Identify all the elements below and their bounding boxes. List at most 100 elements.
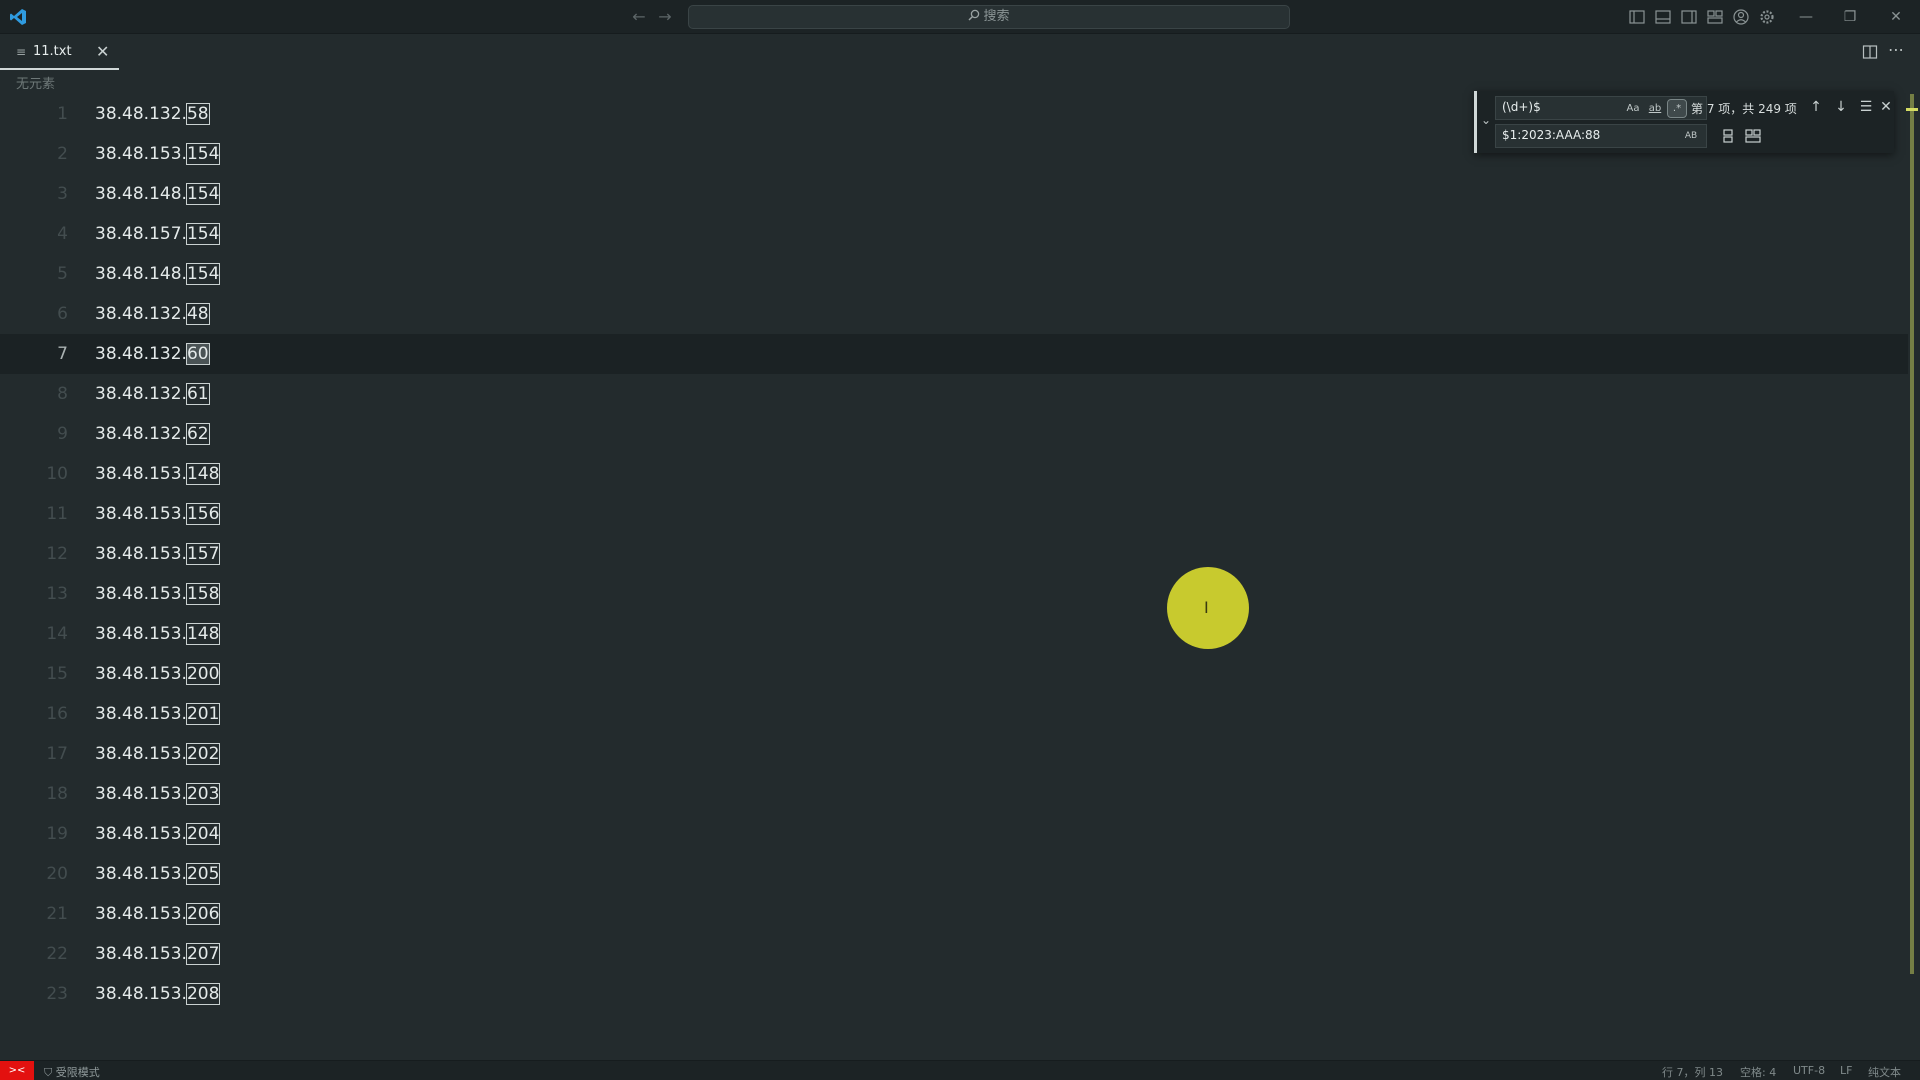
line-text: 38.48.153.205 [95, 854, 221, 894]
editor-line[interactable]: 10 38.48.153.148 [0, 454, 1908, 494]
language-mode[interactable]: 纯文本 [1868, 1064, 1901, 1080]
replace-all-icon[interactable] [1742, 125, 1764, 147]
editor-line[interactable]: 12 38.48.153.157 [0, 534, 1908, 574]
match-count: 第 7 项，共 249 项 [1691, 102, 1797, 116]
editor-line[interactable]: 16 38.48.153.201 [0, 694, 1908, 734]
line-text: 38.48.132.48 [95, 294, 210, 334]
tab-11-txt[interactable]: ≡ 11.txt ✕ [0, 34, 119, 70]
regex-toggle[interactable]: .* [1667, 99, 1687, 118]
close-window-button[interactable]: ✕ [1876, 4, 1916, 30]
editor-line[interactable]: 19 38.48.153.204 [0, 814, 1908, 854]
toggle-replace-chevron-icon[interactable]: ⌄ [1481, 113, 1491, 127]
line-text: 38.48.153.157 [95, 534, 221, 574]
breadcrumb[interactable]: 无元素 [16, 73, 55, 92]
line-prefix: 38.48.148. [95, 264, 187, 284]
editor-line[interactable]: 4 38.48.157.154 [0, 214, 1908, 254]
restricted-mode-indicator[interactable]: ⛉ 受限模式 [44, 1064, 100, 1080]
editor-line[interactable]: 15 38.48.153.200 [0, 654, 1908, 694]
line-number: 4 [57, 224, 68, 244]
line-prefix: 38.48.153. [95, 744, 187, 764]
find-in-selection-button[interactable]: ☰ [1855, 96, 1877, 118]
search-icon [968, 9, 980, 21]
editor-line[interactable]: 8 38.48.132.61 [0, 374, 1908, 414]
editor-line[interactable]: 11 38.48.153.156 [0, 494, 1908, 534]
preserve-case-toggle[interactable]: AB [1682, 128, 1700, 145]
toggle-secondary-sidebar-icon[interactable] [1680, 8, 1698, 26]
search-match-highlight: 202 [185, 743, 221, 765]
line-text: 38.48.153.202 [95, 734, 221, 774]
search-match-highlight: 207 [185, 943, 221, 965]
editor-line[interactable]: 17 38.48.153.202 [0, 734, 1908, 774]
find-input[interactable]: (\d+)$ Aa ab .* [1495, 96, 1707, 120]
scrollbar-cursor-marker [1906, 108, 1918, 111]
toggle-panel-icon[interactable] [1654, 8, 1672, 26]
back-button[interactable]: ← [628, 6, 650, 28]
replace-input[interactable]: $1:2023:AAA:88 AB [1495, 124, 1707, 148]
find-query: (\d+)$ [1502, 100, 1541, 114]
search-match-highlight: 61 [185, 383, 210, 405]
customize-layout-icon[interactable] [1706, 8, 1724, 26]
line-number: 8 [57, 384, 68, 404]
restore-button[interactable]: ❐ [1830, 4, 1870, 30]
line-prefix: 38.48.132. [95, 304, 187, 324]
vertical-scrollbar[interactable] [1910, 94, 1914, 974]
line-prefix: 38.48.157. [95, 224, 187, 244]
search-match-highlight: 200 [185, 663, 221, 685]
toggle-primary-sidebar-icon[interactable] [1628, 8, 1646, 26]
forward-button[interactable]: → [654, 6, 676, 28]
remote-indicator[interactable]: >< [0, 1061, 34, 1080]
search-match-highlight: 62 [185, 423, 210, 445]
close-find-button[interactable]: ✕ [1875, 96, 1897, 118]
editor-line[interactable]: 18 38.48.153.203 [0, 774, 1908, 814]
editor-line[interactable]: 13 38.48.153.158 [0, 574, 1908, 614]
whole-word-toggle[interactable]: ab [1646, 100, 1664, 117]
cursor-position[interactable]: 行 7，列 13 [1662, 1064, 1723, 1080]
account-icon[interactable] [1732, 8, 1750, 26]
title-bar: ← → 搜索 — ❐ ✕ [0, 0, 1920, 34]
line-ending[interactable]: LF [1840, 1064, 1852, 1077]
editor-line[interactable]: 23 38.48.153.208 [0, 974, 1908, 1014]
line-prefix: 38.48.153. [95, 944, 187, 964]
split-editor-icon[interactable] [1862, 44, 1878, 60]
search-match-highlight: 48 [185, 303, 210, 325]
command-center-search[interactable]: 搜索 [688, 5, 1290, 29]
replace-one-icon[interactable] [1717, 125, 1739, 147]
encoding[interactable]: UTF-8 [1793, 1064, 1825, 1077]
editor-line[interactable]: 22 38.48.153.207 [0, 934, 1908, 974]
replace-value: $1:2023:AAA:88 [1502, 128, 1601, 142]
search-match-highlight: 158 [185, 583, 221, 605]
search-match-highlight: 60 [185, 343, 210, 365]
gear-icon[interactable] [1758, 8, 1776, 26]
line-number: 16 [46, 704, 68, 724]
line-number: 23 [46, 984, 68, 1004]
search-placeholder: 搜索 [983, 9, 1010, 24]
editor-area[interactable]: 1 38.48.132.58 2 38.48.153.154 3 38.48.148.15… [0, 94, 1920, 1060]
editor-line[interactable]: 6 38.48.132.48 [0, 294, 1908, 334]
restricted-mode-label: 受限模式 [55, 1066, 100, 1079]
editor-line[interactable]: 14 38.48.153.148 [0, 614, 1908, 654]
next-match-button[interactable]: ↓ [1830, 96, 1852, 118]
editor-line[interactable]: 7 38.48.132.60 [0, 334, 1908, 374]
indentation[interactable]: 空格: 4 [1740, 1064, 1776, 1080]
editor-line[interactable]: 9 38.48.132.62 [0, 414, 1908, 454]
line-number: 6 [57, 304, 68, 324]
line-prefix: 38.48.132. [95, 104, 187, 124]
minimize-button[interactable]: — [1786, 4, 1826, 30]
line-number: 7 [57, 344, 68, 364]
text-cursor-icon: I [1204, 598, 1209, 617]
editor-line[interactable]: 21 38.48.153.206 [0, 894, 1908, 934]
more-actions-icon[interactable]: ⋯ [1888, 40, 1904, 59]
editor-line[interactable]: 3 38.48.148.154 [0, 174, 1908, 214]
status-bar: >< ⛉ 受限模式 行 7，列 13 空格: 4 UTF-8 LF 纯文本 [0, 1060, 1920, 1080]
editor-line[interactable]: 20 38.48.153.205 [0, 854, 1908, 894]
close-tab-icon[interactable]: ✕ [96, 42, 109, 61]
vscode-logo-icon [10, 9, 26, 25]
tab-label: 11.txt [33, 44, 72, 59]
match-case-toggle[interactable]: Aa [1624, 100, 1642, 117]
line-number: 12 [46, 544, 68, 564]
line-text: 38.48.153.203 [95, 774, 221, 814]
editor-line[interactable]: 5 38.48.148.154 [0, 254, 1908, 294]
previous-match-button[interactable]: ↑ [1805, 96, 1827, 118]
line-prefix: 38.48.153. [95, 904, 187, 924]
line-number: 11 [46, 504, 68, 524]
